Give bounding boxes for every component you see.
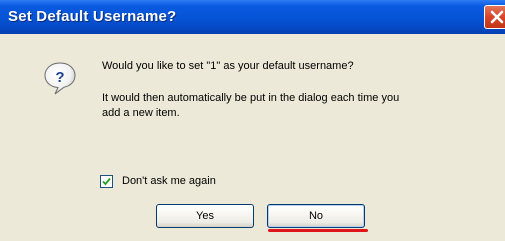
checkmark-icon [102, 177, 111, 186]
message-text-line-1: Would you like to set "1" as your defaul… [102, 60, 354, 72]
title-bar[interactable]: Set Default Username? [0, 0, 505, 34]
dialog-title: Set Default Username? [8, 8, 177, 25]
dialog-window: Set Default Username? ? Would you like t… [0, 0, 505, 241]
close-button[interactable] [484, 5, 505, 29]
dialog-body: ? Would you like to set "1" as your defa… [0, 34, 505, 241]
message-text-line-3: add a new item. [102, 107, 180, 119]
yes-button[interactable]: Yes [156, 204, 254, 228]
svg-text:?: ? [55, 69, 64, 86]
highlight-underline [268, 229, 368, 232]
question-icon: ? [44, 62, 76, 95]
close-icon [490, 10, 504, 24]
no-button[interactable]: No [267, 204, 365, 228]
dont-ask-again-checkbox[interactable] [100, 175, 113, 188]
message-text-line-2: It would then automatically be put in th… [102, 92, 400, 104]
dont-ask-again-label: Don't ask me again [122, 175, 216, 187]
